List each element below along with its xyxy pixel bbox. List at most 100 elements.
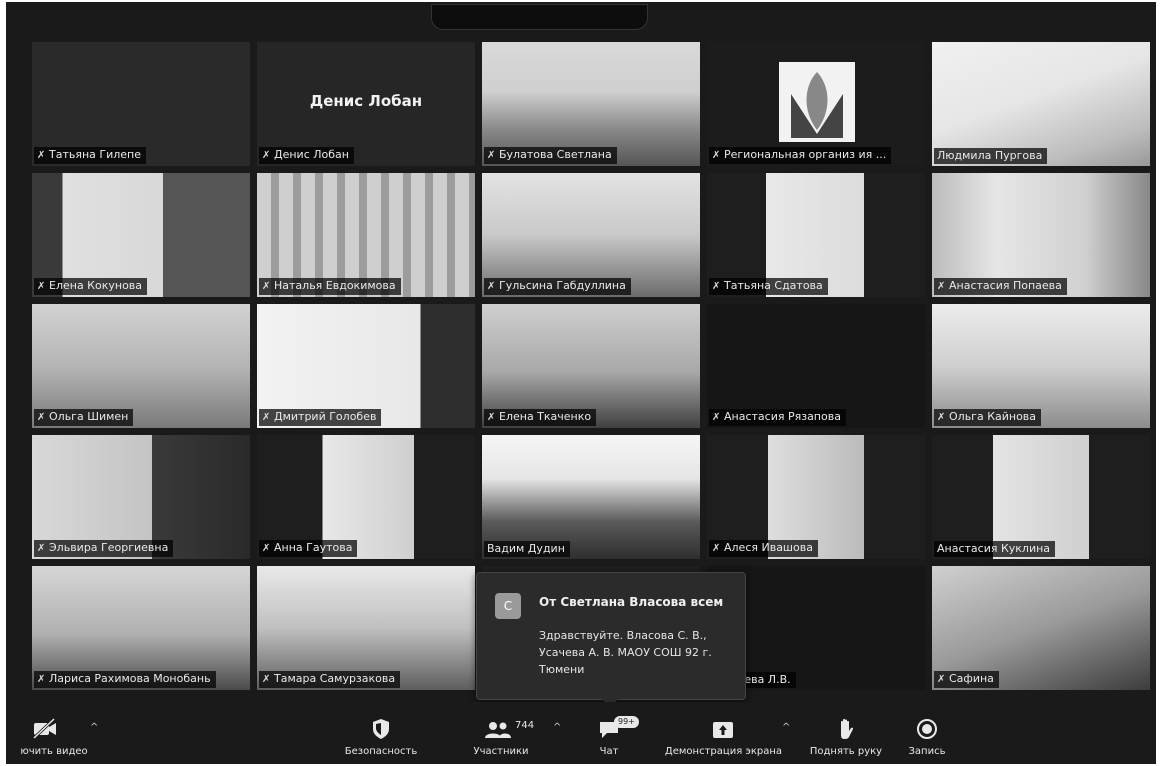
mic-muted-icon: ✗ xyxy=(937,674,946,685)
participants-count: 744 xyxy=(515,720,535,731)
participant-name-tag: ✗ Ольга Шимен xyxy=(34,409,134,426)
top-bar-handle[interactable] xyxy=(431,4,648,30)
participant-name-tag: ✗ Эльвира Георгиевна xyxy=(34,540,174,557)
share-screen-button[interactable]: Демонстрация экрана xyxy=(656,716,791,757)
participant-name: Лариса Рахимова Монобань xyxy=(49,672,211,685)
participant-name-tag: ✗ Дмитрий Голобев xyxy=(259,409,382,426)
participants-icon xyxy=(485,722,511,738)
participant-name: Тамара Самурзакова xyxy=(274,672,396,685)
participant-name-tag: ✗ Наталья Евдокимова xyxy=(259,278,401,295)
video-tile[interactable]: ✗ Тамара Самурзакова xyxy=(257,566,475,690)
participant-name: Анна Гаутова xyxy=(274,541,353,554)
video-tile[interactable]: ✗ Анна Гаутова xyxy=(257,435,475,559)
mic-muted-icon: ✗ xyxy=(262,543,271,554)
participant-name: Наталья Евдокимова xyxy=(274,279,396,292)
participant-name: Дмитрий Голобев xyxy=(274,410,377,423)
video-tile[interactable]: Людмила Пургова xyxy=(932,42,1150,166)
video-tile[interactable]: ✗ Дмитрий Голобев xyxy=(257,304,475,428)
video-tile[interactable]: ✗ Алеся Ивашова xyxy=(707,435,925,559)
video-tile[interactable]: ✗ Татьяна Гилепе xyxy=(32,42,250,166)
raised-hand-icon xyxy=(841,718,854,739)
participant-name: Булатова Светлана xyxy=(499,148,612,161)
video-tile[interactable]: ✗ Лариса Рахимова Монобань xyxy=(32,566,250,690)
video-tile[interactable]: ✗ Булатова Светлана xyxy=(482,42,700,166)
participant-name-tag: ✗ Булатова Светлана xyxy=(484,147,617,164)
video-tile[interactable]: ✗ Елена Кокунова xyxy=(32,173,250,297)
participant-name: Сафина xyxy=(949,672,994,685)
video-tile[interactable]: ✗ Эльвира Георгиевна xyxy=(32,435,250,559)
participant-name: Татьяна Гилепе xyxy=(49,148,142,161)
participant-name-tag: ✗ Анастасия Попаева xyxy=(934,278,1067,295)
video-tile[interactable]: Анастасия Куклина xyxy=(932,435,1150,559)
security-button[interactable]: Безопасность xyxy=(336,716,426,757)
mic-muted-icon: ✗ xyxy=(712,281,721,292)
participants-button[interactable]: 744 Участники xyxy=(461,716,541,757)
video-tile[interactable]: ✗ Анастасия Рязапова xyxy=(707,304,925,428)
participant-name: Анастасия Попаева xyxy=(949,279,1062,292)
mic-muted-icon: ✗ xyxy=(262,412,271,423)
chat-notification-popup[interactable]: С От Светлана Власова всем Здравствуйте.… xyxy=(476,572,746,707)
video-tile[interactable]: ✗ Елена Ткаченко xyxy=(482,304,700,428)
share-screen-label: Демонстрация экрана xyxy=(664,746,783,757)
raise-hand-button[interactable]: Поднять руку xyxy=(804,716,888,757)
sender-avatar: С xyxy=(495,593,521,619)
participant-name: Эльвира Георгиевна xyxy=(49,541,169,554)
share-options-caret[interactable]: ^ xyxy=(782,722,790,733)
participant-name: Анастасия Рязапова xyxy=(724,410,841,423)
participant-name-tag: Людмила Пургова xyxy=(934,148,1048,164)
mic-muted-icon: ✗ xyxy=(37,674,46,685)
participant-name: Ольга Кайнова xyxy=(949,410,1037,423)
participant-name: Елена Ткаченко xyxy=(499,410,592,423)
mic-muted-icon: ✗ xyxy=(937,412,946,423)
participant-name-tag: ✗ Анна Гаутова xyxy=(259,540,358,557)
participant-name-tag: ✗ Тамара Самурзакова xyxy=(259,671,401,688)
participant-name-tag: ✗ Елена Ткаченко xyxy=(484,409,597,426)
zoom-meeting-window: ✗ Татьяна Гилепе Денис Лобан ✗ Денис Лобан… xyxy=(6,2,1156,764)
participant-name-tag: ✗ Гульсина Габдуллина xyxy=(484,278,631,295)
participant-name-tag: ✗ Алеся Ивашова xyxy=(709,540,818,557)
video-tile[interactable]: ✗ Ольга Шимен xyxy=(32,304,250,428)
mic-muted-icon: ✗ xyxy=(712,412,721,423)
chat-message-text: Здравствуйте. Власова С. В., Усачева А. … xyxy=(539,629,712,676)
chat-button[interactable]: 99+ Чат xyxy=(584,716,639,757)
participant-name-tag: ✗ Сафина xyxy=(934,671,999,688)
video-options-caret[interactable]: ^ xyxy=(90,722,98,733)
mic-muted-icon: ✗ xyxy=(937,281,946,292)
stop-video-button[interactable]: ючить видео xyxy=(6,716,102,757)
video-tile[interactable]: ✗ Гульсина Габдуллина xyxy=(482,173,700,297)
video-tile[interactable]: ✗ Ольга Кайнова xyxy=(932,304,1150,428)
chat-label: Чат xyxy=(599,746,619,757)
mic-muted-icon: ✗ xyxy=(262,674,271,685)
participant-name-tag: ✗ Татьяна Сдатова xyxy=(709,278,828,295)
video-tile[interactable]: ✗ Анастасия Попаева xyxy=(932,173,1150,297)
participants-options-caret[interactable]: ^ xyxy=(553,722,561,733)
mic-muted-icon: ✗ xyxy=(262,150,271,161)
mic-muted-icon: ✗ xyxy=(487,150,496,161)
video-tile[interactable]: ✗ Сафина xyxy=(932,566,1150,690)
stop-video-label: ючить видео xyxy=(20,746,88,757)
participant-name-tag: Анастасия Куклина xyxy=(934,541,1056,557)
participant-name-tag: ✗ Лариса Рахимова Монобань xyxy=(34,671,216,688)
video-tile[interactable]: ✗ Наталья Евдокимова xyxy=(257,173,475,297)
mic-muted-icon: ✗ xyxy=(487,412,496,423)
security-label: Безопасность xyxy=(344,746,418,757)
mic-muted-icon: ✗ xyxy=(262,281,271,292)
participant-name-tag: ✗ Денис Лобан xyxy=(259,147,354,164)
video-camera-off-icon xyxy=(32,718,56,740)
meeting-toolbar: ючить видео ^ Безопасность 744 Участники… xyxy=(6,702,1156,764)
record-button[interactable]: Запись xyxy=(902,716,952,757)
video-tile[interactable]: Денис Лобан ✗ Денис Лобан xyxy=(257,42,475,166)
participant-name: Региональная организ ия ... xyxy=(724,148,887,161)
shield-icon xyxy=(373,719,389,739)
participant-name-tag: ✗ Анастасия Рязапова xyxy=(709,409,846,426)
participant-name-tag: ✗ Татьяна Гилепе xyxy=(34,147,147,164)
participant-name-tag: Вадим Дудин xyxy=(484,541,570,557)
video-tile[interactable]: ✗ Татьяна Сдатова xyxy=(707,173,925,297)
chat-unread-badge: 99+ xyxy=(614,716,639,728)
participant-name-tag: ✗ Региональная организ ия ... xyxy=(709,147,892,164)
participant-name: Татьяна Сдатова xyxy=(724,279,823,292)
share-screen-icon xyxy=(713,722,733,738)
video-tile[interactable]: ✗ Региональная организ ия ... xyxy=(707,42,925,166)
video-tile-active-speaker[interactable]: Вадим Дудин xyxy=(482,435,700,559)
record-icon xyxy=(917,719,937,739)
